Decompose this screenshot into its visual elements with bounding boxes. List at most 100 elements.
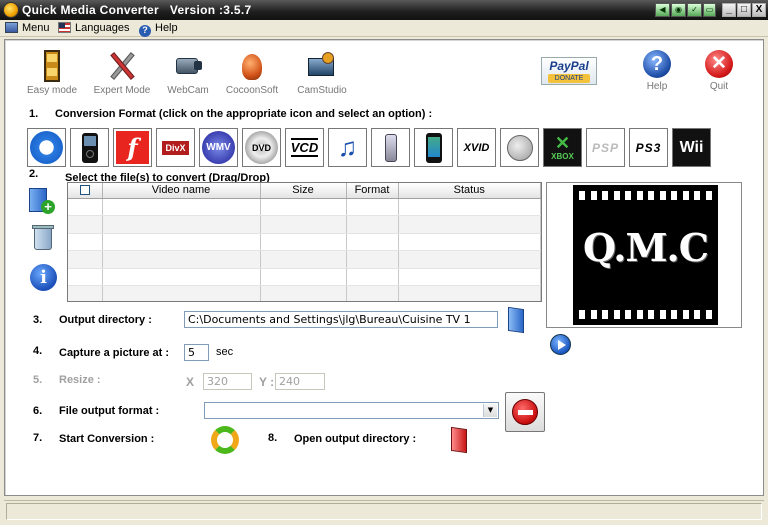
main-panel: Easy mode Expert Mode WebCam CocoonSoft … <box>4 39 764 496</box>
flash-format-button[interactable]: f <box>113 128 152 167</box>
table-row[interactable] <box>68 233 541 251</box>
step-5-number: 5. <box>33 374 43 386</box>
wmv-format-button[interactable]: WMV <box>199 128 238 167</box>
film-perforation <box>682 310 689 319</box>
tray-icon-1[interactable]: ◀ <box>655 3 670 17</box>
film-perforation <box>579 191 585 200</box>
film-perforation <box>613 310 620 319</box>
resize-height-field[interactable]: 240 <box>275 373 325 390</box>
divx-format-button[interactable]: DivX <box>156 128 195 167</box>
play-button[interactable] <box>550 334 571 355</box>
film-perforation <box>613 191 620 200</box>
red-folder-icon <box>451 426 467 454</box>
iphone-format-button[interactable] <box>414 128 453 167</box>
column-header-size[interactable]: Size <box>260 183 347 199</box>
step-4-label: Capture a picture at : <box>59 347 170 359</box>
app-logo-icon <box>3 2 19 18</box>
window-title: Quick Media Converter Version :3.5.7 <box>22 3 252 17</box>
resize-width-field[interactable]: 320 <box>203 373 252 390</box>
film-strip-image: Q.M.C <box>573 185 718 325</box>
camstudio-icon <box>306 50 338 82</box>
info-button[interactable]: i <box>30 264 57 291</box>
film-perforation <box>590 310 597 319</box>
browse-directory-button[interactable] <box>508 306 526 334</box>
menu-item-languages[interactable]: Languages <box>58 21 129 36</box>
capture-time-field[interactable]: 5 <box>184 344 209 361</box>
film-perforation <box>636 310 643 319</box>
film-perforation <box>671 191 677 200</box>
film-perforation <box>659 310 666 319</box>
menu-bar: Menu Languages ? Help <box>0 20 768 37</box>
step-7-label: Start Conversion : <box>59 433 155 445</box>
mobile-format-button[interactable] <box>371 128 410 167</box>
webcam-button[interactable]: WebCam <box>153 50 223 96</box>
wii-format-button[interactable]: Wii <box>672 128 711 167</box>
tray-icon-4[interactable]: ▭ <box>703 3 716 17</box>
step-8-label: Open output directory : <box>294 433 417 445</box>
minimize-button[interactable]: _ <box>722 3 736 17</box>
quicktime-format-button[interactable] <box>27 128 66 167</box>
psp-format-button[interactable]: PSP <box>586 128 625 167</box>
camstudio-button[interactable]: CamStudio <box>287 50 357 96</box>
film-perforation <box>602 191 608 200</box>
tray-icon-2[interactable]: ◉ <box>671 3 686 17</box>
tools-icon <box>106 50 138 82</box>
film-perforation <box>579 310 585 319</box>
file-list-table[interactable]: Video name Size Format Status <box>67 182 542 302</box>
output-directory-field[interactable]: C:\Documents and Settings\jlg\Bureau\Cui… <box>184 311 498 328</box>
satellite-format-button[interactable] <box>500 128 539 167</box>
open-output-directory-button[interactable] <box>451 426 471 454</box>
film-perforation <box>705 310 712 319</box>
add-file-button[interactable]: + <box>29 188 55 216</box>
xvid-format-button[interactable]: XVID <box>457 128 496 167</box>
xbox-format-button[interactable]: ✕ XBOX <box>543 128 582 167</box>
dvd-format-button[interactable]: DVD <box>242 128 281 167</box>
preview-title: Q.M.C <box>583 225 709 270</box>
select-all-checkbox-header[interactable] <box>68 183 103 199</box>
camcorder-icon <box>172 50 204 82</box>
checkbox[interactable] <box>79 185 90 196</box>
column-header-status[interactable]: Status <box>398 183 541 199</box>
paypal-donate-button[interactable]: PayPal DONATE <box>541 57 597 85</box>
table-row[interactable] <box>68 268 541 286</box>
stop-button[interactable] <box>505 392 545 432</box>
table-row[interactable] <box>68 250 541 269</box>
close-button[interactable]: X <box>752 3 766 17</box>
help-button[interactable]: ? Help <box>622 50 692 92</box>
film-perforation <box>648 191 654 200</box>
table-row[interactable] <box>68 198 541 216</box>
stop-icon <box>512 399 538 425</box>
refresh-arrows-icon <box>211 426 239 454</box>
start-conversion-button[interactable] <box>210 425 240 455</box>
menu-item-help[interactable]: ? Help <box>139 21 178 37</box>
table-row[interactable] <box>68 285 541 301</box>
vcd-format-button[interactable]: VCD <box>285 128 324 167</box>
step-6-label: File output format : <box>59 405 160 417</box>
expert-mode-button[interactable]: Expert Mode <box>87 50 157 96</box>
close-circle-icon: ✕ <box>705 50 733 78</box>
ps3-format-button[interactable]: PS3 <box>629 128 668 167</box>
help-icon: ? <box>643 50 671 78</box>
menu-item-menu[interactable]: Menu <box>5 21 50 36</box>
table-row[interactable] <box>68 215 541 234</box>
music-format-button[interactable]: ♫ <box>328 128 367 167</box>
quit-button[interactable]: ✕ Quit <box>684 50 754 92</box>
step-1-label: Conversion Format (click on the appropri… <box>55 108 433 120</box>
menu-icon <box>5 22 18 33</box>
title-bar[interactable]: Quick Media Converter Version :3.5.7 ◀ ◉… <box>0 0 768 20</box>
column-header-format[interactable]: Format <box>346 183 399 199</box>
ipod-format-button[interactable] <box>70 128 109 167</box>
maximize-button[interactable]: □ <box>737 3 751 17</box>
chevron-down-icon[interactable]: ▼ <box>483 404 497 417</box>
tray-icon-3[interactable]: ✓ <box>687 3 702 17</box>
remove-file-button[interactable] <box>31 224 55 252</box>
info-icon: i <box>40 267 47 288</box>
file-output-format-select[interactable]: ▼ <box>204 402 499 419</box>
cocoonsoft-button[interactable]: CocoonSoft <box>217 50 287 96</box>
capture-unit: sec <box>216 346 234 358</box>
easy-mode-button[interactable]: Easy mode <box>17 50 87 96</box>
film-perforation <box>682 191 689 200</box>
column-header-video-name[interactable]: Video name <box>102 183 261 199</box>
film-perforation <box>590 191 597 200</box>
film-perforation <box>705 191 712 200</box>
